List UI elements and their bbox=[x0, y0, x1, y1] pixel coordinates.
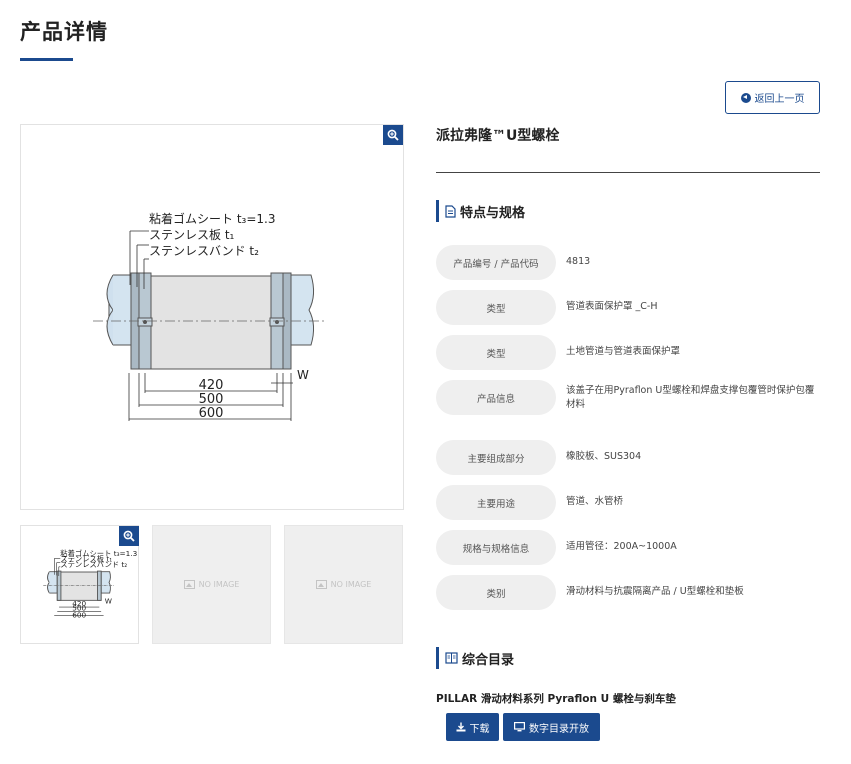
thumb-dim-w: W bbox=[105, 596, 112, 605]
thumb-dim-600: 600 bbox=[72, 610, 86, 619]
label-stainless-plate: ステンレス板 t₁ bbox=[149, 228, 235, 242]
catalog-name: PILLAR 滑动材料系列 Pyraflon U 螺栓与刹车垫 bbox=[436, 693, 676, 705]
spec-row: 类别 滑动材料与抗震隔离产品 / U型螺栓和垫板 bbox=[436, 575, 836, 610]
main-product-image: 粘着ゴムシート t₃=1.3 ステンレス板 t₁ ステンレスバンド t₂ 420… bbox=[20, 124, 404, 510]
label-rubber-sheet: 粘着ゴムシート t₃=1.3 bbox=[149, 211, 275, 226]
spec-label: 类型 bbox=[436, 335, 556, 370]
page-title: 产品详情 bbox=[20, 20, 108, 44]
arrow-circle-left-icon bbox=[740, 92, 751, 103]
zoom-button[interactable] bbox=[383, 125, 403, 145]
thumbnail-zoom-button[interactable] bbox=[119, 526, 139, 546]
spec-label: 主要用途 bbox=[436, 485, 556, 520]
label-stainless-band: ステンレスバンド t₂ bbox=[149, 244, 259, 258]
specs-section-heading: 特点与规格 bbox=[436, 200, 525, 222]
spec-value: 适用管径：200A~1000A bbox=[566, 541, 677, 552]
spec-value: 管道、水管桥 bbox=[566, 496, 624, 507]
dim-500: 500 bbox=[199, 392, 224, 407]
thumbnail-3[interactable]: NO IMAGE bbox=[284, 525, 403, 644]
spec-row: 产品信息 该盖子在用Pyraflon U型螺栓和焊盘支撑包覆管时保护包覆材料 bbox=[436, 380, 836, 415]
no-image-label: NO IMAGE bbox=[198, 580, 240, 589]
image-placeholder-icon bbox=[315, 580, 327, 589]
download-icon bbox=[456, 722, 465, 732]
book-icon bbox=[445, 652, 458, 664]
dim-w: W bbox=[297, 368, 309, 382]
product-drawing: 粘着ゴムシート t₃=1.3 ステンレス板 t₁ ステンレスバンド t₂ 420… bbox=[93, 211, 327, 421]
back-button-label: 返回上一页 bbox=[754, 94, 805, 105]
spec-row: 规格与规格信息 适用管径：200A~1000A bbox=[436, 530, 836, 565]
spec-label: 规格与规格信息 bbox=[436, 530, 556, 565]
thumbnail-2[interactable]: NO IMAGE bbox=[152, 525, 271, 644]
dim-600: 600 bbox=[199, 406, 224, 421]
zoom-in-icon bbox=[387, 129, 399, 141]
monitor-icon bbox=[514, 722, 525, 732]
spec-value: 该盖子在用Pyraflon U型螺栓和焊盘支撑包覆管时保护包覆材料 bbox=[566, 385, 815, 410]
download-button-label: 下载 bbox=[469, 723, 490, 735]
back-button[interactable]: 返回上一页 bbox=[725, 81, 820, 114]
zoom-in-icon bbox=[123, 530, 135, 542]
spec-label: 类别 bbox=[436, 575, 556, 610]
thumbnail-1[interactable]: 粘着ゴムシート t₃=1.3 ステンレス板 t₁ ステンレスバンド t₂ 420… bbox=[20, 525, 139, 644]
download-button[interactable]: 下载 bbox=[446, 713, 499, 741]
spec-value: 管道表面保护罩 _C-H bbox=[566, 301, 658, 312]
spec-label: 主要组成部分 bbox=[436, 440, 556, 475]
catalog-section-title: 综合目录 bbox=[462, 652, 515, 668]
spec-row: 产品编号 / 产品代码 4813 bbox=[436, 245, 836, 280]
spec-label: 产品编号 / 产品代码 bbox=[436, 245, 556, 280]
spec-value: 土地管道与管道表面保护罩 bbox=[566, 346, 681, 357]
catalog-section-heading: 综合目录 bbox=[436, 647, 514, 669]
title-underline bbox=[20, 58, 73, 61]
spec-row: 类型 管道表面保护罩 _C-H bbox=[436, 290, 836, 325]
spec-value: 4813 bbox=[566, 256, 591, 267]
spec-label: 产品信息 bbox=[436, 380, 556, 415]
spec-value: 滑动材料与抗震隔离产品 / U型螺栓和垫板 bbox=[566, 586, 744, 597]
product-title: 派拉弗隆™U型螺栓 bbox=[436, 128, 560, 144]
spec-label: 类型 bbox=[436, 290, 556, 325]
spec-row: 主要组成部分 橡胶板、SUS304 bbox=[436, 440, 836, 475]
divider bbox=[436, 172, 820, 173]
document-icon bbox=[445, 204, 456, 218]
dim-420: 420 bbox=[199, 378, 224, 393]
spec-row: 类型 土地管道与管道表面保护罩 bbox=[436, 335, 836, 370]
no-image-label: NO IMAGE bbox=[330, 580, 372, 589]
spec-row: 主要用途 管道、水管桥 bbox=[436, 485, 836, 520]
specs-section-title: 特点与规格 bbox=[460, 205, 526, 221]
digital-catalog-button-label: 数字目录开放 bbox=[529, 723, 589, 735]
digital-catalog-button[interactable]: 数字目录开放 bbox=[503, 713, 600, 741]
thumb-label-stainless-band: ステンレスバンド t₂ bbox=[60, 560, 127, 569]
spec-value: 橡胶板、SUS304 bbox=[566, 451, 642, 462]
image-placeholder-icon bbox=[183, 580, 195, 589]
